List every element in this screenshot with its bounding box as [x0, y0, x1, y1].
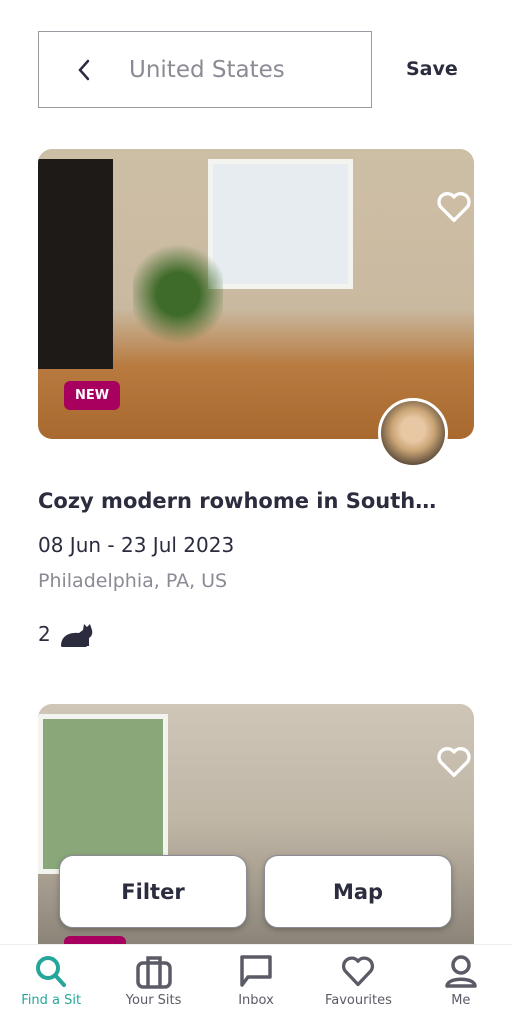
host-avatar[interactable]	[378, 398, 448, 468]
nav-favourites[interactable]: Favourites	[307, 945, 409, 1024]
cat-icon	[60, 624, 93, 647]
listing-title[interactable]: Cozy modern rowhome in South…	[38, 489, 436, 513]
photo-window	[208, 159, 353, 289]
nav-label: Find a Sit	[21, 993, 82, 1008]
nav-inbox[interactable]: Inbox	[205, 945, 307, 1024]
nav-label: Inbox	[238, 993, 274, 1008]
chevron-left-icon	[78, 59, 90, 80]
map-button[interactable]: Map	[264, 855, 452, 928]
search-input[interactable]: United States	[129, 57, 285, 83]
photo-window	[38, 714, 168, 874]
nav-label: Me	[451, 993, 471, 1008]
nav-me[interactable]: Me	[410, 945, 512, 1024]
briefcase-icon	[135, 956, 172, 989]
heart-icon	[437, 747, 471, 777]
save-button[interactable]: Save	[406, 58, 458, 80]
pet-count: 2	[38, 622, 51, 646]
chat-icon	[240, 955, 272, 987]
favourite-button[interactable]	[434, 742, 474, 782]
filter-button[interactable]: Filter	[59, 855, 247, 928]
nav-label: Your Sits	[125, 993, 182, 1008]
back-button[interactable]	[39, 58, 129, 82]
pets-info: 2	[38, 620, 95, 648]
listing-location: Philadelphia, PA, US	[38, 570, 228, 592]
bottom-nav: Find a Sit Your Sits Inbox Favourites Me	[0, 944, 512, 1024]
nav-your-sits[interactable]: Your Sits	[102, 945, 204, 1024]
photo-plant	[133, 239, 223, 349]
listing-dates: 08 Jun - 23 Jul 2023	[38, 533, 235, 557]
heart-icon	[437, 192, 471, 222]
search-icon	[36, 956, 67, 987]
heart-icon	[342, 956, 375, 987]
nav-find-a-sit[interactable]: Find a Sit	[0, 945, 102, 1024]
favourite-button[interactable]	[434, 187, 474, 227]
location-search[interactable]: United States	[38, 31, 372, 108]
new-badge	[64, 936, 126, 944]
user-icon	[445, 955, 477, 988]
nav-label: Favourites	[324, 993, 392, 1008]
new-badge: NEW	[64, 381, 121, 410]
photo-door	[38, 159, 113, 369]
